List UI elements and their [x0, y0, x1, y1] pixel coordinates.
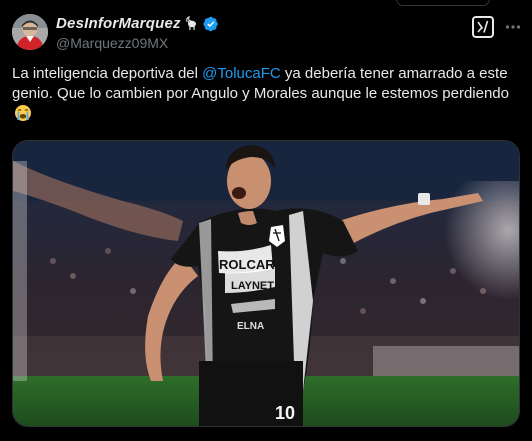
- avatar[interactable]: [12, 14, 48, 50]
- mention-link[interactable]: @TolucaFC: [202, 65, 281, 82]
- more-options-icon: [505, 25, 521, 29]
- tweet-media-photo[interactable]: ROLCAR LAYNET ELNA 10: [12, 140, 520, 427]
- jersey-number: 10: [275, 403, 295, 423]
- verified-badge-icon[interactable]: [203, 16, 219, 32]
- jersey-sponsor-text-3: ELNA: [237, 321, 264, 332]
- more-options-button[interactable]: [504, 18, 522, 36]
- grok-icon: [477, 20, 489, 33]
- loudly-crying-face-icon: [14, 104, 32, 122]
- tweet-text-part-1: La inteligencia deportiva del: [12, 65, 203, 82]
- player-photo: ROLCAR LAYNET ELNA 10: [13, 141, 519, 426]
- display-name[interactable]: DesInforMarquez: [56, 15, 181, 32]
- name-row: DesInforMarquez: [56, 14, 472, 33]
- tweet-card[interactable]: DesInforMarquez @Marquezz09MX La intelig…: [0, 0, 532, 441]
- goat-emoji-icon: [184, 15, 200, 32]
- jersey-sponsor-text: ROLCAR: [219, 257, 275, 272]
- tweet-text: La inteligencia deportiva del @TolucaFC …: [12, 64, 520, 125]
- grok-button[interactable]: [472, 16, 494, 38]
- jersey-sponsor-text-2: LAYNET: [231, 280, 274, 292]
- partial-button-outline[interactable]: [396, 0, 490, 6]
- avatar-image: [12, 14, 48, 50]
- author-handle[interactable]: @Marquezz09MX: [56, 34, 472, 52]
- tweet-header: DesInforMarquez @Marquezz09MX: [56, 14, 472, 52]
